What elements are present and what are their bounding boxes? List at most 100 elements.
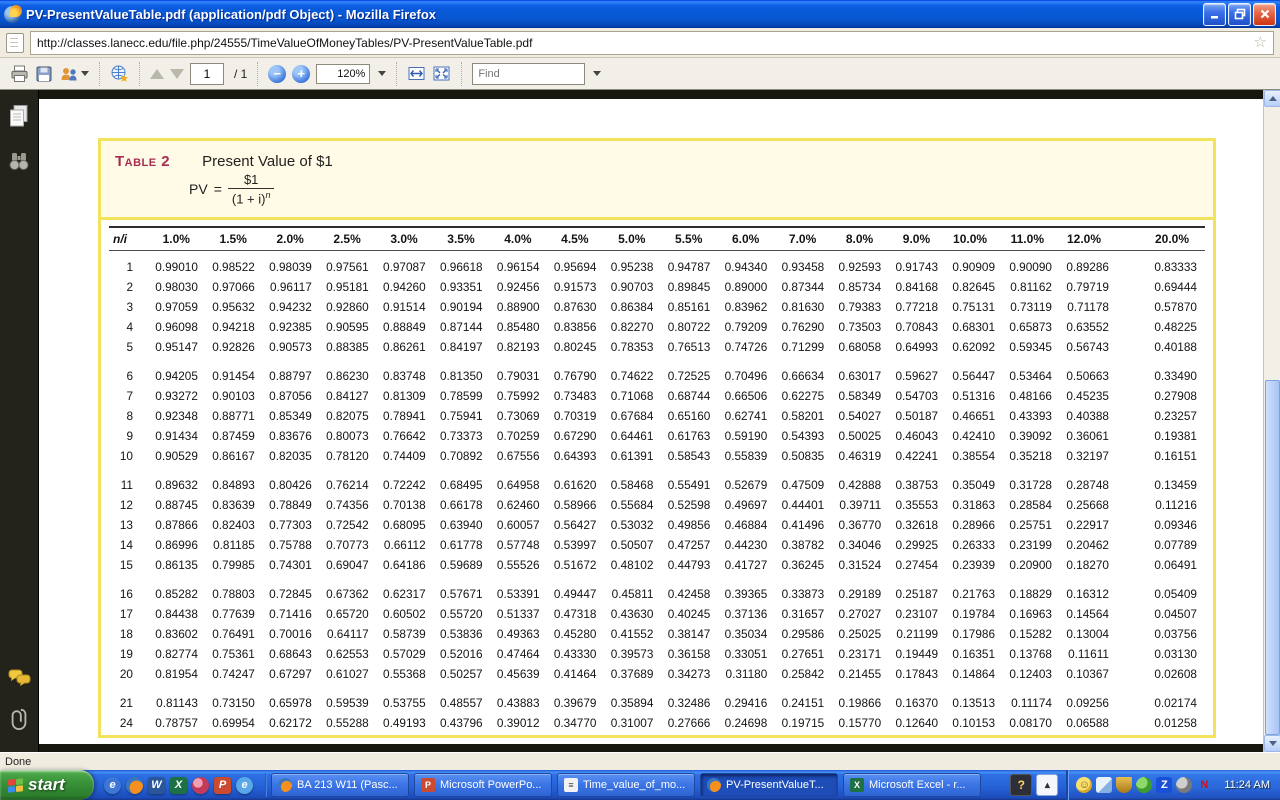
pv-factor-cell: 0.50025 [832,426,889,446]
pv-factor-cell: 0.50835 [775,446,832,466]
pv-factor-cell: 0.88797 [263,357,320,386]
previous-page-button[interactable] [150,69,164,79]
find-dropdown-icon[interactable] [593,71,601,76]
print-button[interactable] [10,64,29,83]
url-input[interactable]: http://classes.lanecc.edu/file.php/24555… [30,31,1274,55]
pv-factor-cell: 0.27454 [889,555,946,575]
pv-factor-cell: 0.73373 [434,426,491,446]
zoom-level[interactable]: 120% [316,64,370,84]
shield-icon[interactable] [1116,777,1132,793]
page-number-input[interactable] [190,63,224,85]
help-icon[interactable]: ? [1010,774,1032,796]
pv-factor-cell: 0.81954 [149,664,206,684]
scroll-up-button[interactable] [1264,90,1280,107]
pv-factor-cell: 0.14864 [946,664,1003,684]
green-app-icon[interactable] [1136,777,1152,793]
pv-factor-cell: 0.22917 [1060,515,1117,535]
page-count-label: / 1 [234,67,247,81]
pv-factor-cell: 0.62092 [946,337,1003,357]
pv-factor-cell: 0.25751 [1003,515,1060,535]
find-input[interactable] [472,63,585,85]
pages-panel-button[interactable] [8,104,30,133]
globe-icon[interactable] [1176,777,1192,793]
pv-factor-cell: 0.76642 [377,426,434,446]
column-header: 5.5% [661,227,718,251]
fit-page-icon [432,65,451,82]
pv-factor-cell: 0.91434 [149,426,206,446]
taskbar-button[interactable]: PMicrosoft PowerPo... [414,773,552,797]
comments-panel-button[interactable] [8,668,32,693]
period-cell: 18 [109,624,149,644]
table-row: 120.887450.836390.788490.743560.701380.6… [109,495,1205,515]
word-icon[interactable]: W [148,777,165,794]
restore-button[interactable] [1228,3,1251,26]
excel-icon[interactable]: X [170,777,187,794]
pv-factor-cell: 0.85282 [149,575,206,604]
taskbar-button[interactable]: BA 213 W11 (Pasc... [271,773,409,797]
pv-factor-cell: 0.24698 [718,713,775,733]
norton-icon[interactable]: N [1196,777,1212,793]
pv-factor-cell: 0.11611 [1060,644,1117,664]
pv-factor-cell: 0.23199 [1003,535,1060,555]
scrollbar-thumb[interactable] [1265,380,1280,735]
pv-factor-cell: 0.18829 [1003,575,1060,604]
pv-factor-cell: 0.96154 [491,251,548,278]
fit-page-button[interactable] [432,65,451,82]
zoom-out-button[interactable]: − [268,65,286,83]
powerpoint-icon[interactable]: P [214,777,231,794]
period-cell: 13 [109,515,149,535]
messenger-smiley-icon[interactable]: ☺ [1076,777,1092,793]
taskbar-button-label: Time_value_of_mo... [583,779,685,791]
pv-factor-cell: 0.80426 [263,466,320,495]
minimize-button[interactable] [1203,3,1226,26]
pv-factor-cell: 0.76513 [661,337,718,357]
collaborate-button[interactable] [59,65,89,83]
pv-factor-cell: 0.86261 [377,337,434,357]
clock[interactable]: 11:24 AM [1224,779,1270,791]
pv-factor-cell: 0.79985 [206,555,263,575]
web-button[interactable] [110,64,129,83]
pv-factor-cell: 0.54703 [889,386,946,406]
taskbar-button[interactable]: XMicrosoft Excel - r... [843,773,981,797]
toolbar-separator [139,62,140,86]
fit-width-button[interactable] [407,65,426,82]
pv-factor-cell: 0.35049 [946,466,1003,495]
taskbar-button[interactable]: PV-PresentValueT... [700,773,838,797]
internet-explorer-icon[interactable]: e [104,777,121,794]
pv-factor-cell: 0.49697 [718,495,775,515]
bookmark-star-icon[interactable]: ☆ [1254,35,1267,50]
search-panel-button[interactable] [8,150,30,177]
pv-factor-cell: 0.71299 [775,337,832,357]
msn-icon[interactable]: e [236,777,253,794]
formula-fraction: $1 (1 + i)n [228,172,275,206]
pv-factor-cell: 0.69444 [1117,277,1205,297]
column-header: 4.5% [548,227,605,251]
vertical-scrollbar[interactable] [1263,90,1280,752]
key-icon[interactable] [192,777,209,794]
titlebar: PV-PresentValueTable.pdf (application/pd… [0,0,1280,28]
url-text: http://classes.lanecc.edu/file.php/24555… [37,36,1254,50]
pv-factor-cell: 0.77218 [889,297,946,317]
attachments-panel-button[interactable] [8,706,30,737]
close-button[interactable] [1253,3,1276,26]
next-page-button[interactable] [170,69,184,79]
scroll-down-button[interactable] [1264,735,1280,752]
pv-factor-cell: 0.94232 [263,297,320,317]
restore-icon [1234,8,1246,20]
save-button[interactable] [35,65,53,83]
system-tray: ☺ Z N 11:24 AM [1066,770,1280,800]
pv-factor-cell: 0.56743 [1060,337,1117,357]
show-hidden-icons-button[interactable]: ▴ [1036,774,1058,796]
start-button[interactable]: start [0,770,94,800]
tools-icon[interactable] [1096,777,1112,793]
table-row: 110.896320.848930.804260.762140.722420.6… [109,466,1205,495]
status-text: Done [5,756,31,768]
pv-factor-cell: 0.97066 [206,277,263,297]
zoom-dropdown-icon[interactable] [378,71,386,76]
pv-factor-cell: 0.68744 [661,386,718,406]
pv-factor-cell: 0.20900 [1003,555,1060,575]
zoom-in-button[interactable]: + [292,65,310,83]
taskbar-button[interactable]: ≡Time_value_of_mo... [557,773,695,797]
firefox-icon[interactable] [126,777,143,794]
z-app-icon[interactable]: Z [1156,777,1172,793]
